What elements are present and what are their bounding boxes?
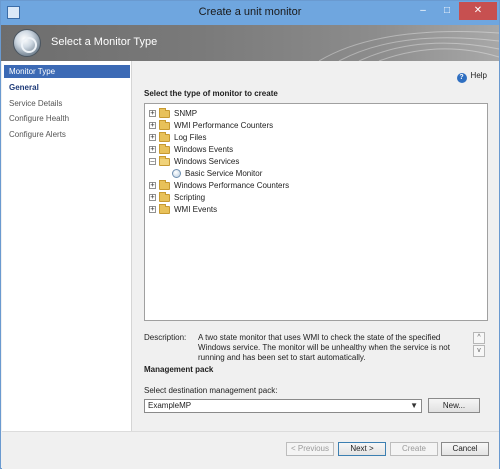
tree-item-label: WMI Performance Counters <box>174 121 274 130</box>
expand-icon[interactable]: + <box>149 134 156 141</box>
main-panel: ? Help Select the type of monitor to crea… <box>132 61 499 431</box>
tree-item-label: Windows Services <box>174 157 240 166</box>
expand-icon[interactable]: + <box>149 110 156 117</box>
wizard-banner: Select a Monitor Type <box>1 25 499 61</box>
folder-icon <box>159 180 170 190</box>
description-label: Description: <box>144 333 187 342</box>
monitor-type-tree[interactable]: + SNMP + WMI Performance Counters + Log … <box>144 103 488 321</box>
folder-icon <box>159 144 170 154</box>
expand-icon[interactable]: + <box>149 122 156 129</box>
scroll-down-icon[interactable]: v <box>473 345 485 357</box>
tree-item-label: Windows Events <box>174 145 234 154</box>
management-pack-heading: Management pack <box>144 365 214 374</box>
expand-icon[interactable]: + <box>149 182 156 189</box>
management-pack-label: Select destination management pack: <box>144 386 278 395</box>
expand-icon[interactable]: + <box>149 146 156 153</box>
description-text: A two state monitor that uses WMI to che… <box>198 333 450 362</box>
folder-icon <box>159 132 170 142</box>
tree-item-label: WMI Events <box>174 205 218 214</box>
folder-icon <box>159 108 170 118</box>
cancel-button[interactable]: Cancel <box>441 442 489 456</box>
create-button[interactable]: Create <box>390 442 438 456</box>
banner-decoration <box>319 31 499 61</box>
maximize-button[interactable]: □ <box>435 2 459 20</box>
chevron-down-icon: ▼ <box>410 401 418 410</box>
tree-item-label: Scripting <box>174 193 206 202</box>
folder-icon <box>159 192 170 202</box>
collapse-icon[interactable]: – <box>149 158 156 165</box>
step-configure-alerts[interactable]: Configure Alerts <box>4 128 130 141</box>
minimize-button[interactable]: – <box>411 2 435 20</box>
tree-item-label: SNMP <box>174 109 198 118</box>
title-bar: Create a unit monitor – □ ✕ <box>1 1 499 25</box>
scroll-up-icon[interactable]: ^ <box>473 332 485 344</box>
step-monitor-type[interactable]: Monitor Type <box>4 65 130 78</box>
tree-heading: Select the type of monitor to create <box>144 89 278 98</box>
help-icon: ? <box>456 73 467 83</box>
help-link[interactable]: ? Help <box>456 71 487 83</box>
next-button[interactable]: Next > <box>338 442 386 456</box>
help-label: Help <box>470 71 487 80</box>
wizard-steps-sidebar: Monitor Type General Service Details Con… <box>2 61 132 431</box>
description-scrollbar[interactable]: ^ v <box>473 332 487 358</box>
monitor-icon <box>172 169 181 178</box>
step-service-details[interactable]: Service Details <box>4 97 130 110</box>
management-pack-select[interactable]: ExampleMP ▼ <box>144 399 422 413</box>
wizard-window: Create a unit monitor – □ ✕ Select a Mon… <box>0 0 500 469</box>
expand-icon[interactable]: + <box>149 206 156 213</box>
page-heading: Select a Monitor Type <box>51 36 158 48</box>
tree-item-label: Basic Service Monitor <box>185 169 263 178</box>
previous-button[interactable]: < Previous <box>286 442 334 456</box>
open-folder-icon <box>159 156 170 166</box>
new-management-pack-button[interactable]: New... <box>428 398 480 413</box>
close-button[interactable]: ✕ <box>459 2 497 20</box>
wizard-footer: < Previous Next > Create Cancel <box>2 431 499 469</box>
tree-item-label: Windows Performance Counters <box>174 181 290 190</box>
management-pack-value: ExampleMP <box>148 401 192 410</box>
folder-icon <box>159 204 170 214</box>
monitor-wizard-icon <box>13 29 41 57</box>
tree-item-label: Log Files <box>174 133 207 142</box>
step-configure-health[interactable]: Configure Health <box>4 112 130 125</box>
folder-icon <box>159 120 170 130</box>
expand-icon[interactable]: + <box>149 194 156 201</box>
step-general[interactable]: General <box>4 81 130 94</box>
